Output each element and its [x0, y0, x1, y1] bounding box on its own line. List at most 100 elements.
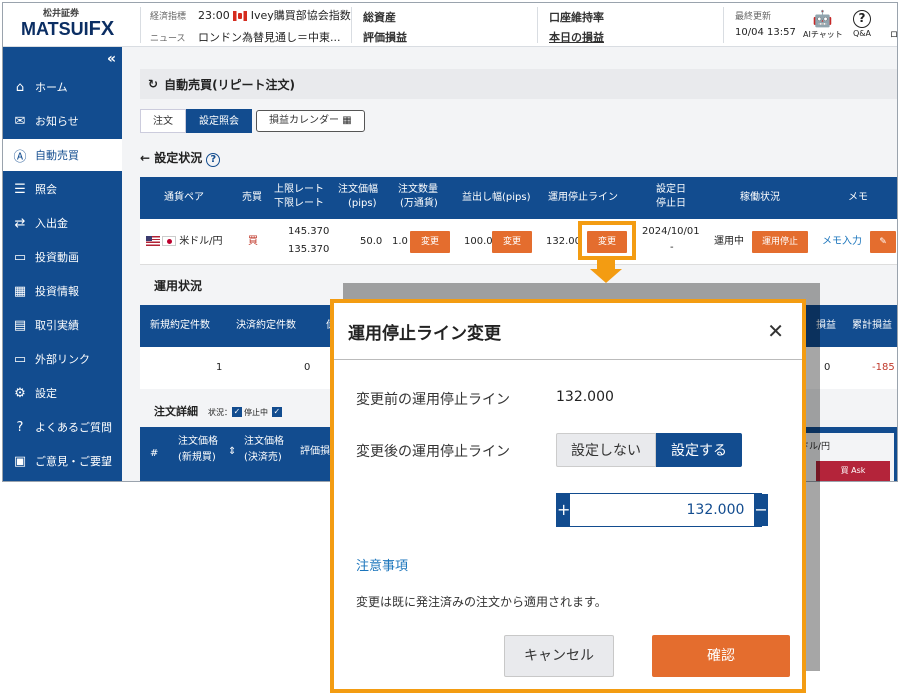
sidebar: « ⌂ ホーム ✉ お知らせ Ⓐ 自動売買 ☰ 照会 ⇄ 入出金 ▭ 投資動画 ▦ 投資情報 …: [3, 47, 122, 481]
lower-cell: 135.370: [288, 244, 330, 255]
col-close-sell: (決済売): [244, 452, 282, 463]
sidebar-item-faq[interactable]: ? よくあるご質問: [3, 411, 122, 443]
sidebar-item-settings[interactable]: ⚙ 設定: [3, 377, 122, 409]
sidebar-item-info[interactable]: ▦ 投資情報: [3, 275, 122, 307]
before-value: 132.000: [556, 389, 614, 405]
sort-icon[interactable]: ⇕: [228, 445, 236, 459]
tab-order[interactable]: 注文: [140, 109, 186, 133]
divider: [537, 7, 538, 43]
cancel-button[interactable]: キャンセル: [504, 635, 614, 677]
memo-link[interactable]: メモ入力: [822, 235, 862, 249]
edit-icon[interactable]: ✎: [870, 231, 896, 253]
sidebar-item-label: よくあるご質問: [35, 421, 112, 434]
filter-label: 状況：: [208, 408, 232, 417]
pair-name: 米ドル/円: [179, 236, 223, 247]
canada-flag-icon: [233, 11, 248, 21]
sidebar-item-news[interactable]: ✉ お知らせ: [3, 105, 122, 137]
col-order-price-new: 注文価格: [178, 436, 218, 447]
confirm-button[interactable]: 確認: [652, 635, 790, 677]
sidebar-item-label: 照会: [35, 183, 57, 196]
minus-button[interactable]: −: [754, 494, 768, 526]
section-label: 注文詳細: [154, 405, 198, 418]
date-cell: 2024/10/01: [642, 226, 700, 237]
sidebar-item-label: ホーム: [35, 81, 68, 94]
refresh-icon[interactable]: ↻: [148, 77, 158, 91]
highlight-frame: [578, 221, 636, 260]
stop-line-modal: 運用停止ライン変更 ✕ 変更前の運用停止ライン 132.000 変更後の運用停止…: [330, 299, 806, 693]
stop-operation-button[interactable]: 運用停止: [752, 231, 808, 253]
tab-label: 損益カレンダー: [269, 115, 339, 126]
table-row: 米ドル/円 買 145.370 135.370 50.0 1.0 変更 100.…: [140, 219, 897, 265]
side-cell: 買: [248, 236, 258, 247]
arrow-head-icon: [590, 269, 622, 283]
pair-cell: 米ドル/円: [146, 235, 223, 249]
tp-change-button[interactable]: 変更: [492, 231, 532, 253]
sidebar-item-inquiry[interactable]: ☰ 照会: [3, 173, 122, 205]
back-arrow-icon[interactable]: ←: [140, 151, 150, 165]
pl-cell: 0: [824, 362, 831, 373]
page-title-text: 自動売買(リピート注文): [164, 77, 296, 92]
help-icon[interactable]: ?: [206, 153, 221, 167]
total-assets-label: 総資産: [363, 11, 396, 24]
qa-button[interactable]: ? Q&A: [853, 9, 871, 38]
sidebar-item-transfer[interactable]: ⇄ 入出金: [3, 207, 122, 239]
tab-pl-calendar[interactable]: 損益カレンダー ▦: [256, 110, 365, 132]
col-stop-date: 停止日: [656, 198, 686, 209]
econ-time: 23:00: [198, 9, 230, 22]
col-lower: 下限レート: [274, 198, 324, 209]
sidebar-item-history[interactable]: ▤ 取引実績: [3, 309, 122, 341]
divider: [140, 7, 141, 43]
checkbox-other[interactable]: ✓: [271, 407, 282, 417]
notice-text: 変更は既に発注済みの注文から適用されます。: [356, 595, 607, 609]
econ-ticker[interactable]: 23:00 Ivey購買部協会指数: [198, 7, 351, 23]
sidebar-item-home[interactable]: ⌂ ホーム: [3, 71, 122, 103]
option-no-setting[interactable]: 設定しない: [556, 433, 656, 467]
logo[interactable]: MATSUIFX: [21, 18, 114, 41]
robot-icon: 🤖: [812, 9, 833, 28]
ai-chat-button[interactable]: 🤖 AIチャット: [803, 9, 843, 40]
mail-icon: ✉: [14, 113, 26, 129]
col-new-buy: (新規買): [178, 452, 216, 463]
video-icon: ▭: [13, 249, 27, 265]
page-title: ↻ 自動売買(リピート注文): [140, 69, 897, 99]
col-pair: 通貨ペア: [164, 192, 204, 203]
sidebar-item-label: 投資動画: [35, 251, 79, 264]
sidebar-item-label: お知らせ: [35, 115, 79, 128]
stop-cell: 132.00: [546, 236, 581, 247]
plus-button[interactable]: +: [557, 494, 571, 526]
stop-line-input[interactable]: [570, 494, 755, 526]
notice-link[interactable]: 注意事項: [356, 555, 408, 574]
col-tp: 益出し幅(pips): [462, 192, 531, 203]
home-icon: ⌂: [15, 79, 25, 95]
filter-stopped-label: 停止中: [244, 408, 268, 417]
list-icon: ☰: [14, 181, 26, 197]
col-width-unit: (pips): [348, 198, 377, 209]
close-icon[interactable]: ✕: [767, 319, 784, 343]
sidebar-item-label: 自動売買: [35, 149, 79, 162]
col-index: #: [150, 448, 159, 459]
sidebar-item-feedback[interactable]: ▣ ご意見・ご要望: [3, 445, 122, 477]
after-label: 変更後の運用停止ライン: [356, 444, 510, 460]
col-side: 売買: [242, 192, 262, 203]
qa-label: Q&A: [853, 29, 872, 38]
qty-change-button[interactable]: 変更: [410, 231, 450, 253]
transfer-icon: ⇄: [14, 215, 26, 231]
collapse-icon[interactable]: «: [107, 51, 116, 67]
checkbox-stopped[interactable]: ✓: [232, 407, 242, 417]
section-settings-title: ← 設定状況?: [140, 149, 221, 167]
sidebar-item-video[interactable]: ▭ 投資動画: [3, 241, 122, 273]
modal-title: 運用停止ライン変更: [348, 324, 501, 344]
sidebar-item-label: 設定: [35, 387, 57, 400]
today-pl-link[interactable]: 本日の損益: [549, 29, 604, 45]
tab-settings-inquiry[interactable]: 設定照会: [186, 109, 252, 133]
news-label: ニュース: [150, 34, 186, 44]
sidebar-item-auto-trade[interactable]: Ⓐ 自動売買: [3, 139, 122, 171]
logout-button-cut[interactable]: ロ: [887, 29, 897, 40]
option-set[interactable]: 設定する: [656, 433, 742, 467]
econ-text: Ivey購買部協会指数: [250, 9, 351, 22]
new-exec-cell: 1: [216, 362, 223, 373]
divider: [723, 7, 724, 43]
buy-ask-button[interactable]: 買 Ask: [816, 461, 890, 481]
news-ticker[interactable]: ロンドン為替見通し＝中東...: [198, 29, 341, 45]
sidebar-item-links[interactable]: ▭ 外部リンク: [3, 343, 122, 375]
